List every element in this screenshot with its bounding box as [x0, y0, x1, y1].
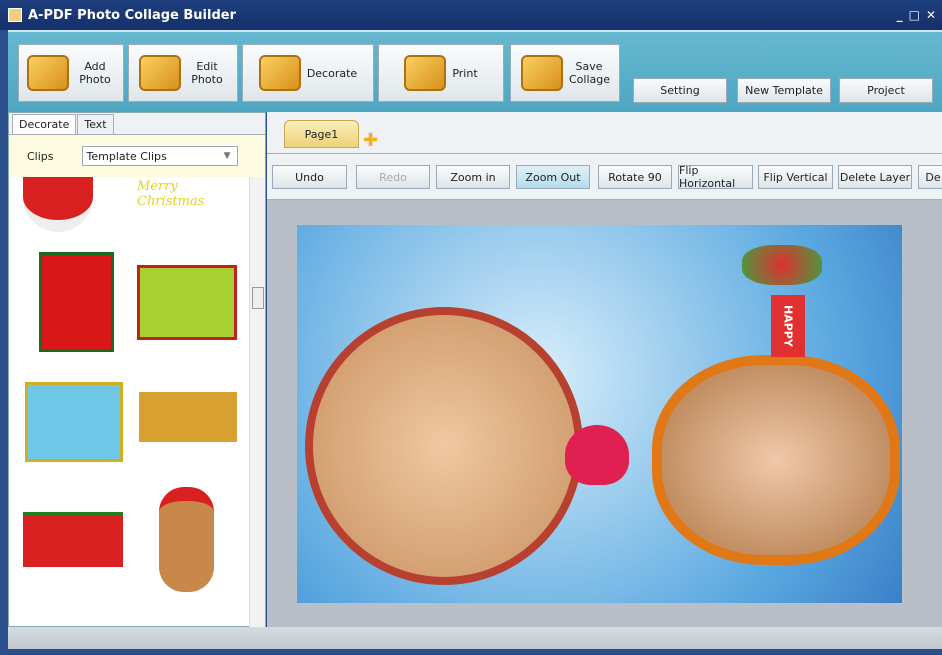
merry-christmas-clip[interactable]: Merry Christmas [137, 179, 249, 209]
clips-scrollbar[interactable] [249, 177, 265, 627]
gift-blue-clip[interactable] [25, 382, 123, 462]
gift-red-clip[interactable] [39, 252, 114, 352]
flip-vertical-button[interactable]: Flip Vertical [758, 165, 833, 189]
clips-list: Merry Christmas [9, 177, 249, 627]
teddy-bear-clip[interactable] [159, 487, 214, 592]
tab-text[interactable]: Text [77, 114, 114, 134]
save-icon [521, 55, 563, 91]
collage-canvas[interactable]: HAPPY [297, 225, 902, 603]
edit-photo-icon [139, 55, 181, 91]
clips-select[interactable]: Template Clips ▼ [81, 146, 238, 166]
minimize-button[interactable]: _ [897, 8, 903, 22]
printer-icon [404, 55, 447, 91]
new-template-button[interactable]: New Template [737, 78, 831, 103]
setting-button[interactable]: Setting [633, 78, 727, 103]
decorate-panel: Decorate Text Clips Template Clips ▼ Merr… [8, 112, 266, 627]
heart-sticker[interactable] [565, 425, 629, 485]
ribbon: Add Photo Edit Photo Decorate Print Save… [8, 30, 942, 112]
zoom-in-button[interactable]: Zoom in [436, 165, 510, 189]
decorate-button[interactable]: Decorate [242, 44, 374, 102]
redo-button[interactable]: Redo [356, 165, 430, 189]
title-bar: A-PDF Photo Collage Builder _ □ ✕ [0, 0, 942, 30]
santa-hat-clip[interactable] [23, 177, 93, 232]
gift-gold-clip[interactable] [139, 392, 237, 442]
project-button[interactable]: Project [839, 78, 933, 103]
zoom-out-button[interactable]: Zoom Out [516, 165, 590, 189]
tab-page1[interactable]: Page1 [284, 120, 359, 148]
delete-layer-button[interactable]: Delete Layer [838, 165, 912, 189]
photo-frame-right[interactable] [652, 355, 900, 565]
gift-flat-clip[interactable] [23, 512, 123, 567]
status-bar [8, 627, 942, 649]
workspace: Page1 ✚ Undo Redo Zoom in Zoom Out Rotat… [267, 112, 942, 627]
happy-banner[interactable]: HAPPY [771, 295, 805, 357]
maximize-button[interactable]: □ [909, 8, 920, 22]
edit-toolbar: Undo Redo Zoom in Zoom Out Rotate 90 Fli… [267, 154, 942, 200]
clips-label: Clips [27, 149, 54, 163]
rotate-90-button[interactable]: Rotate 90 [598, 165, 672, 189]
add-page-icon[interactable]: ✚ [363, 130, 378, 151]
app-icon [8, 8, 22, 22]
scrollbar-thumb[interactable] [252, 287, 264, 309]
photo-frame-left[interactable] [305, 307, 583, 585]
flip-horizontal-button[interactable]: Flip Horizontal [678, 164, 753, 190]
decorate-icon [258, 55, 301, 91]
window-title: A-PDF Photo Collage Builder [28, 7, 236, 23]
add-photo-icon [27, 55, 69, 91]
save-collage-button[interactable]: Save Collage [510, 44, 620, 102]
add-photo-button[interactable]: Add Photo [18, 44, 124, 102]
tab-decorate[interactable]: Decorate [12, 114, 77, 134]
balloons-sticker[interactable] [742, 245, 822, 285]
close-button[interactable]: ✕ [926, 8, 936, 22]
more-button[interactable]: De [918, 165, 942, 189]
print-button[interactable]: Print [378, 44, 504, 102]
undo-button[interactable]: Undo [272, 165, 347, 189]
chevron-down-icon: ▼ [223, 151, 231, 161]
gift-green-clip[interactable] [137, 265, 237, 340]
edit-photo-button[interactable]: Edit Photo [128, 44, 238, 102]
